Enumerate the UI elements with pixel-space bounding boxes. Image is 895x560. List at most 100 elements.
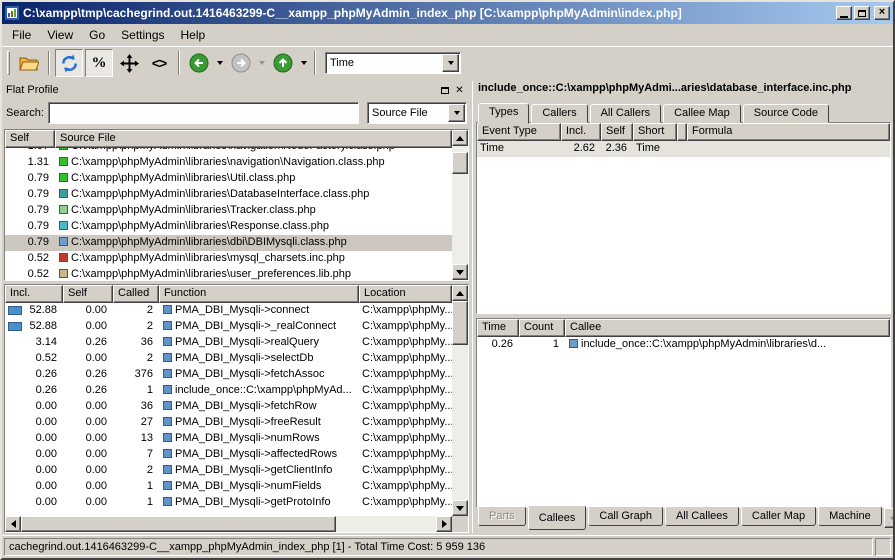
function-row[interactable]: 0.520.002PMA_DBI_Mysqli->selectDbC:\xamp… [5, 351, 452, 367]
menu-file[interactable]: File [4, 25, 39, 45]
function-row[interactable]: 0.000.002PMA_DBI_Mysqli->getClientInfoC:… [5, 463, 452, 479]
tab-scroll-buttons [884, 508, 895, 528]
group-by-selector[interactable]: Source File [367, 102, 467, 124]
function-column-header[interactable]: Incl. [5, 285, 63, 303]
tab-scroll-left-button[interactable] [884, 508, 895, 528]
up-button[interactable] [269, 49, 297, 77]
function-column-header[interactable]: Location [359, 285, 452, 303]
callee-column-header[interactable]: Count [519, 319, 565, 337]
event-type-selector[interactable]: Time [325, 52, 461, 74]
scroll-thumb[interactable] [452, 152, 468, 174]
menu-go[interactable]: Go [81, 25, 113, 45]
arrow-down-icon [456, 506, 464, 511]
tab-callees[interactable]: Callees [528, 506, 587, 530]
dropdown-button[interactable] [448, 104, 465, 122]
function-row[interactable]: 0.260.261include_once::C:\xampp\phpMyAd.… [5, 383, 452, 399]
function-row[interactable]: 52.880.002PMA_DBI_Mysqli->_realConnectC:… [5, 319, 452, 335]
arrow-left-icon [11, 520, 16, 528]
file-row[interactable]: 0.52C:\xampp\phpMyAdmin\libraries\user_p… [5, 267, 452, 280]
callee-column-header[interactable]: Time [477, 319, 519, 337]
maximize-button[interactable] [854, 6, 870, 20]
source-file-column-header[interactable]: Self [5, 130, 55, 148]
function-row[interactable]: 0.000.007PMA_DBI_Mysqli->affectedRowsC:\… [5, 447, 452, 463]
tab-callee-map[interactable]: Callee Map [663, 104, 741, 123]
event-type-column-header[interactable]: Event Type [477, 123, 561, 141]
scroll-down-button[interactable] [452, 264, 468, 280]
event-type-row[interactable]: Time2.622.36Time [477, 141, 890, 157]
move-button[interactable] [115, 49, 143, 77]
scroll-right-button[interactable] [436, 516, 452, 532]
tab-caller-map[interactable]: Caller Map [741, 507, 816, 526]
menu-settings[interactable]: Settings [113, 25, 172, 45]
toolbar-handle[interactable] [7, 51, 10, 75]
scroll-up-button[interactable] [452, 130, 468, 146]
tab-callers[interactable]: Callers [531, 104, 587, 123]
scroll-up-button[interactable] [452, 285, 468, 301]
function-name-cell: PMA_DBI_Mysqli->_realConnect [159, 319, 359, 335]
tab-types[interactable]: Types [478, 103, 529, 124]
forward-dropdown-caret[interactable] [259, 61, 265, 65]
function-icon [163, 369, 172, 378]
open-file-button[interactable] [15, 49, 43, 77]
relative-percent-button[interactable]: % [85, 49, 113, 77]
minimize-button[interactable] [836, 6, 852, 20]
expand-shrink-button[interactable]: <> [145, 49, 173, 77]
function-row[interactable]: 0.000.0013PMA_DBI_Mysqli->numRowsC:\xamp… [5, 431, 452, 447]
function-icon [163, 385, 172, 394]
event-type-column-header[interactable] [677, 123, 687, 141]
function-row[interactable]: 3.140.2636PMA_DBI_Mysqli->realQueryC:\xa… [5, 335, 452, 351]
tab-machine[interactable]: Machine [818, 507, 882, 526]
callee-row[interactable]: 0.261include_once::C:\xampp\phpMyAdmin\l… [477, 337, 890, 353]
back-button[interactable] [185, 49, 213, 77]
up-dropdown-caret[interactable] [301, 61, 307, 65]
scroll-thumb[interactable] [21, 516, 336, 532]
horizontal-scrollbar[interactable] [5, 516, 452, 532]
self-cost-cell: 0.79 [5, 187, 55, 203]
menu-view[interactable]: View [39, 25, 81, 45]
file-row[interactable]: 1.31C:\xampp\phpMyAdmin\libraries\naviga… [5, 155, 452, 171]
menu-help[interactable]: Help [173, 25, 214, 45]
tab-call-graph[interactable]: Call Graph [588, 507, 663, 526]
function-row[interactable]: 0.000.0027PMA_DBI_Mysqli->freeResultC:\x… [5, 415, 452, 431]
function-column-header[interactable]: Called [113, 285, 159, 303]
vertical-scrollbar[interactable] [452, 130, 468, 280]
file-row[interactable]: 0.52C:\xampp\phpMyAdmin\libraries\mysql_… [5, 251, 452, 267]
function-row[interactable]: 0.000.001PMA_DBI_Mysqli->numFieldsC:\xam… [5, 479, 452, 495]
function-column-header[interactable]: Function [159, 285, 359, 303]
source-file-column-header[interactable]: Source File [55, 130, 452, 148]
tab-all-callees[interactable]: All Callees [665, 507, 739, 526]
file-row[interactable]: 0.79C:\xampp\phpMyAdmin\libraries\Respon… [5, 219, 452, 235]
file-row[interactable]: 1.37C:\xampp\phpMyAdmin\libraries\naviga… [5, 148, 452, 155]
event-type-column-header[interactable]: Formula [687, 123, 890, 141]
event-type-column-header[interactable]: Incl. [561, 123, 601, 141]
file-row[interactable]: 0.79C:\xampp\phpMyAdmin\libraries\Databa… [5, 187, 452, 203]
function-row[interactable]: 52.880.002PMA_DBI_Mysqli->connectC:\xamp… [5, 303, 452, 319]
search-input[interactable] [48, 102, 359, 124]
file-row[interactable]: 0.79C:\xampp\phpMyAdmin\libraries\Tracke… [5, 203, 452, 219]
tab-all-callers[interactable]: All Callers [590, 104, 662, 123]
function-column-header[interactable]: Self [63, 285, 113, 303]
file-row[interactable]: 0.79C:\xampp\phpMyAdmin\libraries\Util.c… [5, 171, 452, 187]
back-dropdown-caret[interactable] [217, 61, 223, 65]
dock-close-button[interactable]: ✕ [452, 83, 467, 97]
dropdown-button[interactable] [442, 54, 459, 72]
file-row[interactable]: 0.79C:\xampp\phpMyAdmin\libraries\dbi\DB… [5, 235, 452, 251]
event-type-column-header[interactable]: Self [601, 123, 633, 141]
scroll-left-button[interactable] [5, 516, 21, 532]
function-row[interactable]: 0.000.0036PMA_DBI_Mysqli->fetchRowC:\xam… [5, 399, 452, 415]
forward-button[interactable] [227, 49, 255, 77]
tab-parts[interactable]: Parts [478, 507, 526, 526]
callee-column-header[interactable]: Callee [565, 319, 890, 337]
file-path-cell: C:\xampp\phpMyAdmin\libraries\dbi\DBIMys… [55, 235, 452, 251]
short-name-cell: Time [633, 141, 677, 157]
vertical-scrollbar[interactable] [452, 285, 468, 516]
tab-source-code[interactable]: Source Code [743, 104, 829, 123]
event-type-column-header[interactable]: Short [633, 123, 677, 141]
function-row[interactable]: 0.260.26376PMA_DBI_Mysqli->fetchAssocC:\… [5, 367, 452, 383]
function-row[interactable]: 0.000.001PMA_DBI_Mysqli->getProtoInfoC:\… [5, 495, 452, 511]
scroll-down-button[interactable] [452, 500, 468, 516]
dock-float-button[interactable] [437, 83, 452, 97]
scroll-thumb[interactable] [452, 301, 468, 345]
close-button[interactable]: × [874, 6, 890, 20]
cycle-detection-button[interactable] [55, 49, 83, 77]
